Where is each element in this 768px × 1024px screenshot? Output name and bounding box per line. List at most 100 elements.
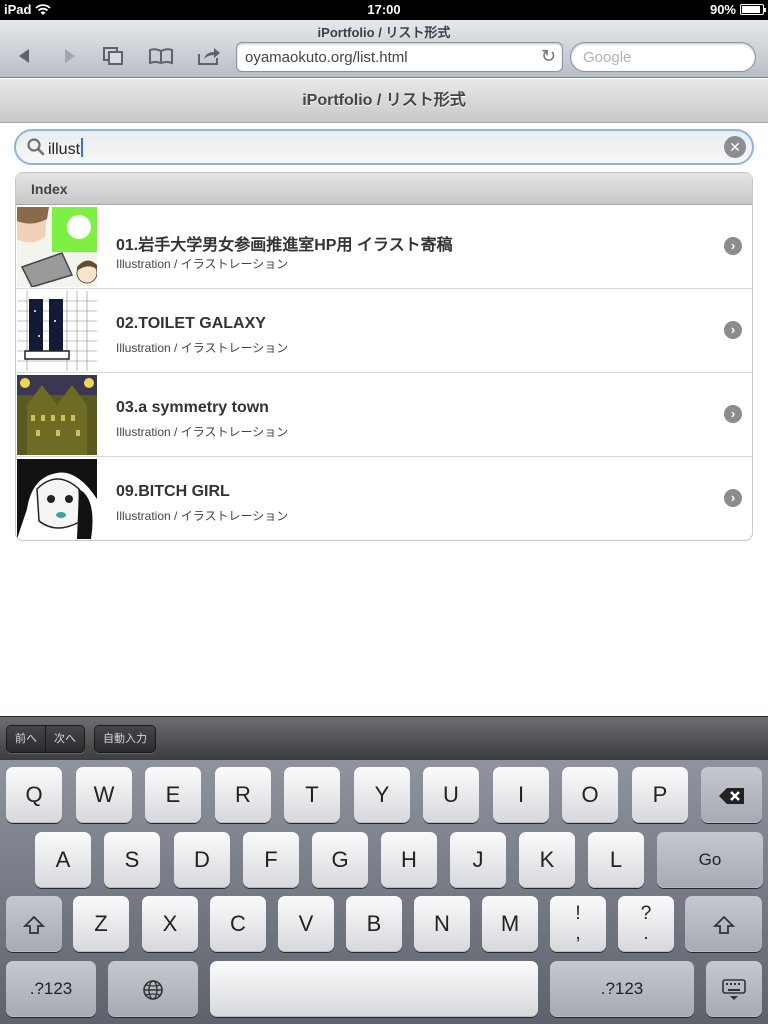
browser-search-field[interactable]: Google — [570, 42, 756, 72]
key-question-label: ? — [640, 903, 652, 924]
numbers-key-right[interactable]: .?123 — [550, 961, 694, 1017]
item-title: 01.岩手大学男女参画推進室HP用 イラスト寄稿 — [116, 237, 453, 254]
key-m[interactable]: M — [482, 896, 538, 952]
thumbnail-illustration-1 — [17, 207, 97, 287]
key-q[interactable]: Q — [6, 767, 62, 823]
reload-icon[interactable]: ↻ — [541, 46, 556, 67]
pages-icon[interactable] — [98, 44, 128, 68]
key-p[interactable]: P — [632, 767, 688, 823]
browser-toolbar: iPortfolio / リスト形式 oyamaokuto.org/list.h… — [0, 20, 768, 78]
next-button[interactable]: 次へ — [45, 726, 84, 752]
list-item[interactable]: 02.TOILET GALAXY Illustration / イラストレーショ… — [16, 289, 752, 373]
key-z[interactable]: Z — [73, 896, 129, 952]
key-v[interactable]: V — [278, 896, 334, 952]
list-item[interactable]: 01.岩手大学男女参画推進室HP用 イラスト寄稿 Illustration / … — [16, 205, 752, 289]
key-d[interactable]: D — [174, 832, 230, 888]
item-title: 03.a symmetry town — [116, 399, 269, 416]
space-key[interactable] — [210, 961, 538, 1017]
autofill-button[interactable]: 自動入力 — [95, 726, 155, 752]
status-time: 17:00 — [367, 2, 401, 17]
disclosure-chevron-icon[interactable]: › — [724, 405, 742, 423]
backspace-key[interactable] — [701, 767, 762, 823]
thumbnail-illustration-4 — [17, 459, 97, 539]
list-item[interactable]: 09.BITCH GIRL Illustration / イラストレーション › — [16, 457, 752, 540]
key-l[interactable]: L — [588, 832, 644, 888]
thumbnail-illustration-2 — [17, 291, 97, 371]
key-period-label: . — [643, 923, 649, 944]
search-icon — [27, 138, 45, 156]
browser-search-placeholder: Google — [583, 49, 632, 66]
results-list: Index 01.岩手大学男女参画推進室HP用 イラスト寄稿 Illustrat… — [15, 172, 753, 541]
key-f[interactable]: F — [243, 832, 299, 888]
prev-next-segment: 前へ 次へ — [6, 725, 85, 753]
key-w[interactable]: W — [76, 767, 132, 823]
key-o[interactable]: O — [562, 767, 618, 823]
share-icon[interactable] — [194, 44, 224, 68]
item-subtitle: Illustration / イラストレーション — [116, 509, 289, 523]
disclosure-chevron-icon[interactable]: › — [724, 321, 742, 339]
key-u[interactable]: U — [423, 767, 479, 823]
key-question-period[interactable]: ? . — [618, 896, 674, 952]
search-value: illust — [48, 138, 84, 159]
disclosure-chevron-icon[interactable]: › — [724, 489, 742, 507]
backspace-icon — [718, 787, 744, 804]
item-title: 09.BITCH GIRL — [116, 483, 230, 500]
item-subtitle: Illustration / イラストレーション — [116, 257, 289, 271]
go-key[interactable]: Go — [657, 832, 763, 888]
status-bar: iPad 17:00 90% — [0, 0, 768, 20]
search-area: illust ✕ — [0, 123, 768, 171]
globe-key[interactable] — [108, 961, 198, 1017]
status-right: 90% — [709, 2, 766, 17]
browser-page-title: iPortfolio / リスト形式 — [317, 25, 451, 40]
shift-icon — [22, 915, 46, 934]
item-subtitle: Illustration / イラストレーション — [116, 341, 289, 355]
battery-percent: 90% — [709, 2, 736, 17]
key-i[interactable]: I — [493, 767, 549, 823]
key-x[interactable]: X — [142, 896, 198, 952]
forward-icon[interactable] — [54, 44, 84, 68]
prev-button[interactable]: 前へ — [7, 726, 45, 752]
keyboard-dismiss-icon — [722, 978, 746, 1000]
shift-key-right[interactable] — [685, 896, 762, 952]
url-text: oyamaokuto.org/list.html — [245, 49, 408, 66]
key-j[interactable]: J — [450, 832, 506, 888]
key-a[interactable]: A — [35, 832, 91, 888]
key-h[interactable]: H — [381, 832, 437, 888]
shift-icon — [712, 915, 735, 934]
key-c[interactable]: C — [210, 896, 266, 952]
item-subtitle: Illustration / イラストレーション — [116, 425, 289, 439]
list-item[interactable]: 03.a symmetry town Illustration / イラストレー… — [16, 373, 752, 457]
key-y[interactable]: Y — [354, 767, 410, 823]
page-header: iPortfolio / リスト形式 — [0, 79, 768, 123]
back-icon[interactable] — [10, 44, 40, 68]
globe-icon — [143, 979, 163, 1000]
key-exclaim-label: ! — [575, 903, 581, 924]
key-b[interactable]: B — [346, 896, 402, 952]
form-accessory-bar: 前へ 次へ 自動入力 — [0, 716, 768, 760]
url-field[interactable]: oyamaokuto.org/list.html ↻ — [236, 42, 563, 72]
key-g[interactable]: G — [312, 832, 368, 888]
key-e[interactable]: E — [145, 767, 201, 823]
key-k[interactable]: K — [519, 832, 575, 888]
battery-icon — [740, 4, 766, 15]
shift-key-left[interactable] — [6, 896, 62, 952]
autofill-segment: 自動入力 — [94, 725, 156, 753]
clear-search-icon[interactable]: ✕ — [724, 136, 746, 158]
key-exclaim-comma[interactable]: ! , — [550, 896, 606, 952]
page-title: iPortfolio / リスト形式 — [302, 92, 466, 109]
text-caret — [81, 138, 84, 157]
item-title: 02.TOILET GALAXY — [116, 315, 266, 332]
hide-keyboard-key[interactable] — [706, 961, 762, 1017]
key-s[interactable]: S — [104, 832, 160, 888]
key-n[interactable]: N — [414, 896, 470, 952]
key-r[interactable]: R — [215, 767, 271, 823]
list-divider: Index — [16, 173, 752, 205]
list-header-label: Index — [31, 181, 68, 197]
onscreen-keyboard: Q W E R T Y U I O P A S D F G H J K L Go… — [0, 760, 768, 1024]
numbers-key-left[interactable]: .?123 — [6, 961, 96, 1017]
key-t[interactable]: T — [284, 767, 340, 823]
disclosure-chevron-icon[interactable]: › — [724, 237, 742, 255]
bookmarks-icon[interactable] — [146, 44, 176, 68]
filter-search-input[interactable]: illust ✕ — [14, 129, 754, 165]
thumbnail-illustration-3 — [17, 375, 97, 455]
